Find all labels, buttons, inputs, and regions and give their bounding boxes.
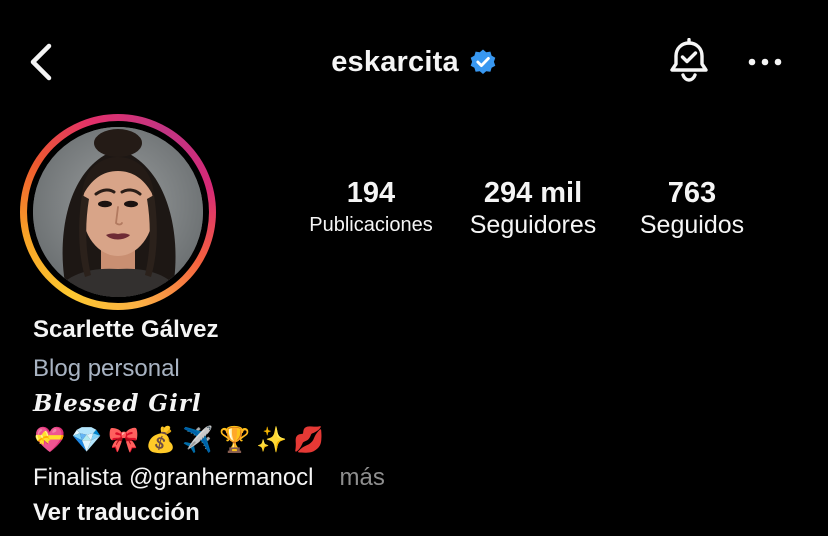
category-label: Blog personal [33, 355, 180, 382]
ribbon-emoji: 🎀 [108, 426, 140, 454]
bell-check-icon [670, 38, 708, 82]
followers-count: 294 mil [483, 177, 583, 209]
bio-emoji-row: 💝 💎 🎀 💰 ✈️ 🏆 ✨ 💋 [33, 422, 813, 458]
mention-link[interactable]: @granhermanocl [129, 464, 313, 491]
heart-gift-emoji: 💝 [34, 426, 66, 454]
kiss-mark-emoji: 💋 [293, 426, 325, 454]
following-stat[interactable]: 763 Seguidos [626, 176, 758, 240]
profile-username: eskarcita [331, 45, 459, 78]
profile-bio: Scarlette Gálvez Blog personal Blessed G… [33, 312, 813, 530]
verified-badge-icon [470, 49, 496, 74]
gem-emoji: 💎 [71, 426, 103, 454]
more-link[interactable]: más [340, 464, 385, 491]
posts-label: Publicaciones [309, 214, 433, 236]
sparkles-emoji: ✨ [256, 426, 288, 454]
bio-text-line: Finalista @granhermanocl más [33, 460, 813, 496]
airplane-emoji: ✈️ [182, 426, 214, 454]
story-ring[interactable] [20, 114, 216, 310]
notifications-button[interactable] [664, 36, 714, 86]
money-bag-emoji: 💰 [145, 426, 177, 454]
following-count: 763 [667, 177, 717, 209]
followers-label: Seguidores [469, 211, 597, 239]
bio-tagline: Blessed Girl [33, 390, 202, 417]
posts-count: 194 [346, 177, 396, 209]
avatar [33, 127, 203, 297]
more-horizontal-icon [748, 58, 782, 66]
bio-text: Finalista [33, 464, 130, 491]
profile-photo [33, 127, 203, 297]
translate-link[interactable]: Ver traducción [33, 496, 813, 530]
more-options-button[interactable] [740, 40, 790, 84]
display-name: Scarlette Gálvez [33, 316, 219, 343]
trophy-emoji: 🏆 [219, 426, 251, 454]
followers-stat[interactable]: 294 mil Seguidores [460, 176, 606, 240]
profile-header: eskarcita [0, 0, 828, 124]
avatar-frame [27, 121, 209, 303]
following-label: Seguidos [639, 211, 745, 239]
posts-stat[interactable]: 194 Publicaciones [298, 176, 444, 240]
